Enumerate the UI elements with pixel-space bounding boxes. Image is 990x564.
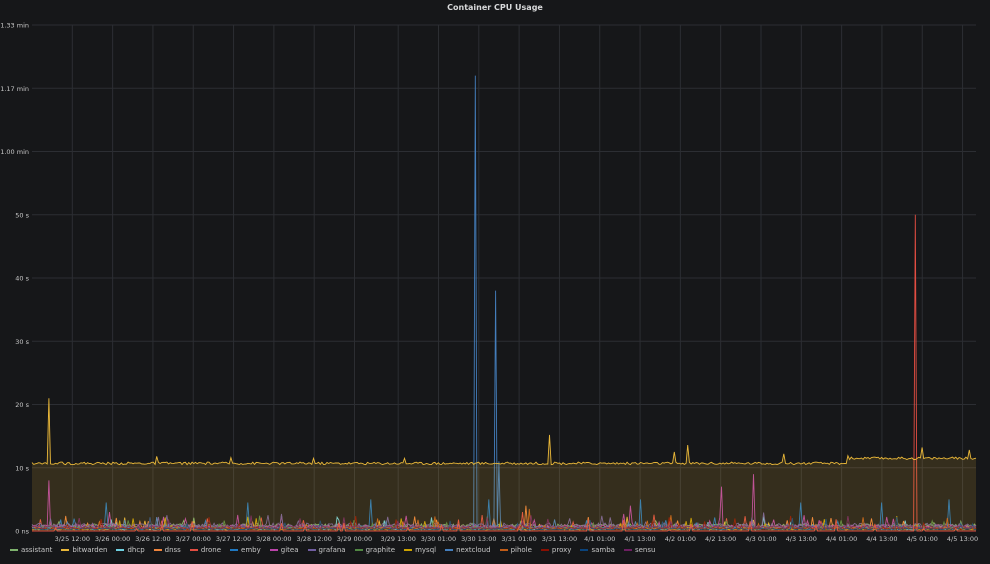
x-tick-label: 3/31 01:00 — [501, 535, 536, 543]
legend-swatch — [61, 549, 70, 551]
x-tick-label: 3/28 12:00 — [296, 535, 331, 543]
x-tick-label: 3/30 01:00 — [421, 535, 456, 543]
legend-label: drone — [200, 546, 222, 554]
series-line-bitwarden-total — [31, 398, 977, 466]
legend-swatch — [404, 549, 413, 551]
legend-label: dnss — [164, 546, 181, 554]
legend-item-gitea[interactable]: gitea — [269, 546, 299, 554]
x-tick-label: 4/4 13:00 — [866, 535, 897, 543]
x-tick-label: 3/29 00:00 — [337, 535, 372, 543]
legend-label: proxy — [551, 546, 572, 554]
legend-item-assistant[interactable]: assistant — [10, 546, 52, 554]
legend-label: samba — [591, 546, 615, 554]
y-tick-label: 20 s — [15, 401, 29, 409]
y-tick-label: 40 s — [15, 275, 29, 283]
y-tick-label: 1.17 min — [0, 85, 29, 93]
x-tick-label: 4/2 01:00 — [665, 535, 696, 543]
x-tick-label: 4/1 13:00 — [624, 535, 655, 543]
legend-label: bitwarden — [72, 546, 108, 554]
legend-label: mysql — [415, 546, 437, 554]
legend-item-mysql[interactable]: mysql — [404, 546, 436, 554]
x-tick-label: 3/25 12:00 — [55, 535, 90, 543]
legend-item-dhcp[interactable]: dhcp — [116, 546, 145, 554]
legend-swatch — [116, 549, 125, 551]
chart-legend: assistant bitwarden dhcp dnss drone emby gitea… — [10, 546, 655, 554]
legend-label: assistant — [21, 546, 53, 554]
x-tick-label: 4/1 01:00 — [584, 535, 615, 543]
legend-item-drone[interactable]: drone — [189, 546, 222, 554]
series-line-nextcloud — [31, 75, 977, 531]
legend-item-graphite[interactable]: graphite — [354, 546, 396, 554]
x-tick-label: 4/2 13:00 — [705, 535, 736, 543]
legend-item-bitwarden[interactable]: bitwarden — [61, 546, 107, 554]
x-tick-label: 3/28 00:00 — [256, 535, 291, 543]
legend-item-sensu[interactable]: sensu — [623, 546, 656, 554]
x-tick-label: 4/3 13:00 — [786, 535, 817, 543]
legend-swatch — [269, 549, 278, 551]
legend-item-samba[interactable]: samba — [580, 546, 615, 554]
legend-item-dnss[interactable]: dnss — [153, 546, 181, 554]
legend-label: graphite — [365, 546, 396, 554]
legend-item-proxy[interactable]: proxy — [540, 546, 572, 554]
x-tick-label: 3/31 13:00 — [542, 535, 577, 543]
x-tick-label: 3/26 12:00 — [135, 535, 170, 543]
legend-label: dhcp — [127, 546, 145, 554]
chart-plot[interactable]: 0 ns 10 s 20 s 30 s 40 s 50 s 1.00 min 1.17 min… — [0, 0, 990, 545]
legend-swatch — [540, 549, 549, 551]
series-area-bitwarden-total — [32, 398, 976, 531]
legend-swatch — [10, 549, 18, 551]
legend-swatch — [307, 549, 316, 551]
legend-label: grafana — [318, 546, 346, 554]
y-tick-label: 50 s — [15, 211, 29, 219]
legend-item-emby[interactable]: emby — [230, 546, 261, 554]
legend-swatch — [580, 549, 589, 551]
legend-label: nextcloud — [456, 546, 491, 554]
x-tick-label: 4/4 01:00 — [826, 535, 857, 543]
legend-swatch — [623, 549, 632, 551]
legend-item-nextcloud[interactable]: nextcloud — [445, 546, 491, 554]
legend-swatch — [189, 549, 198, 551]
x-tick-label: 4/5 13:00 — [947, 535, 978, 543]
legend-label: gitea — [280, 546, 299, 554]
x-tick-label: 3/29 13:00 — [380, 535, 415, 543]
y-tick-label: 0 ns — [15, 528, 29, 536]
x-tick-label: 3/26 00:00 — [95, 535, 130, 543]
legend-swatch — [445, 549, 454, 551]
legend-label: sensu — [634, 546, 656, 554]
y-tick-label: 1.00 min — [0, 148, 29, 156]
legend-swatch — [153, 549, 162, 551]
legend-swatch — [230, 549, 239, 551]
y-tick-label: 10 s — [15, 464, 29, 472]
x-tick-label: 3/27 12:00 — [216, 535, 251, 543]
legend-label: emby — [241, 546, 261, 554]
legend-label: pihole — [510, 546, 532, 554]
legend-swatch — [499, 549, 508, 551]
y-tick-label: 1.33 min — [0, 22, 29, 30]
chart-panel: Container CPU Usage 0 ns 10 s 20 s 30 s 40 s… — [0, 0, 990, 564]
y-tick-label: 30 s — [15, 338, 29, 346]
x-tick-label: 3/27 00:00 — [176, 535, 211, 543]
x-tick-label: 4/3 01:00 — [745, 535, 776, 543]
legend-item-grafana[interactable]: grafana — [307, 546, 346, 554]
x-tick-label: 4/5 01:00 — [907, 535, 938, 543]
x-tick-label: 3/30 13:00 — [461, 535, 496, 543]
legend-item-pihole[interactable]: pihole — [499, 546, 532, 554]
legend-swatch — [354, 549, 363, 551]
